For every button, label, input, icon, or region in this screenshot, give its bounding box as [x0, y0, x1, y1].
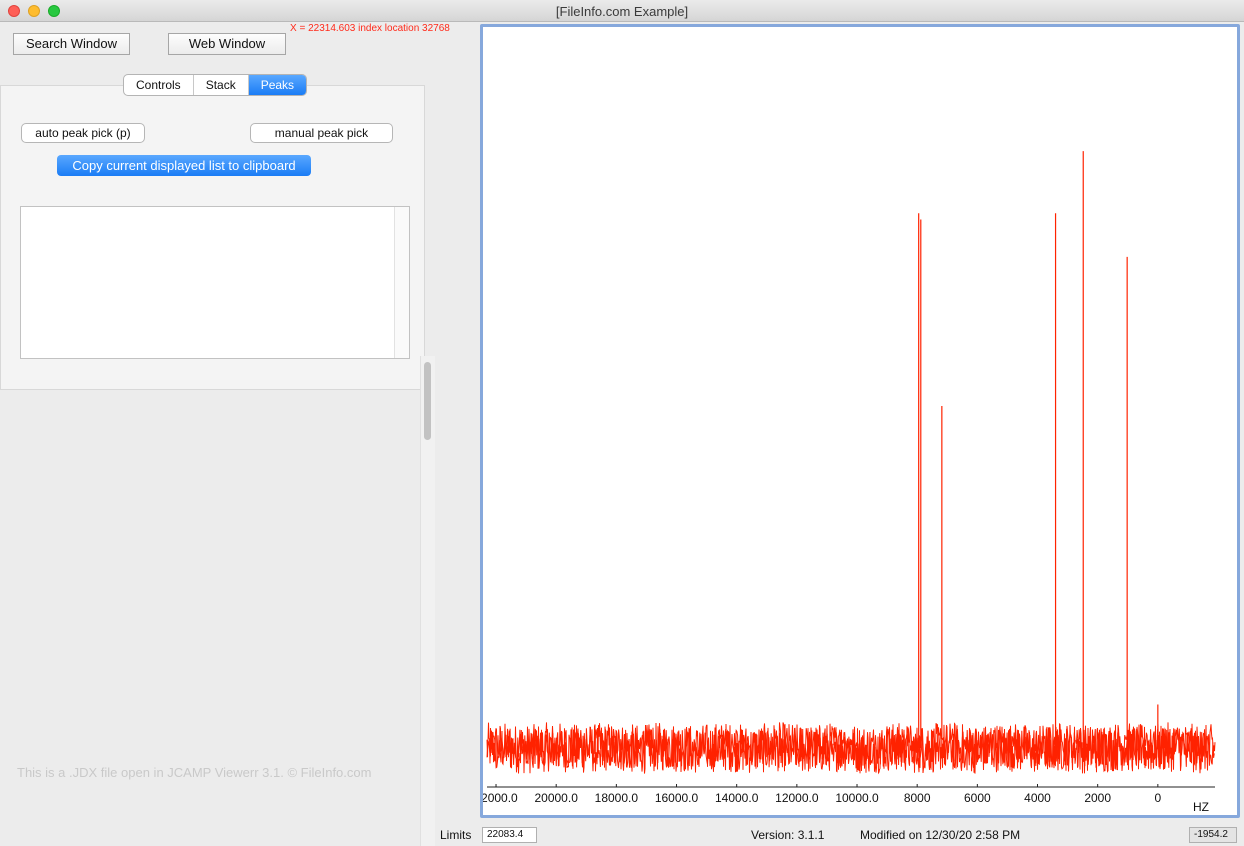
web-window-button[interactable]: Web Window	[168, 33, 286, 55]
tab-stack[interactable]: Stack	[194, 75, 249, 95]
peak-list[interactable]	[20, 206, 410, 359]
right-limit-field[interactable]: -1954.2	[1189, 827, 1237, 843]
spectrum-plot[interactable]: 22000.0 20000.0 18000.0 16000.0 14000.0 12000…	[480, 24, 1240, 818]
limits-field[interactable]: 22083.4	[482, 827, 537, 843]
peak-list-scrollbar[interactable]	[394, 207, 409, 358]
watermark-text: This is a .JDX file open in JCAMP Viewer…	[17, 765, 372, 780]
x-axis-tick-label: 0	[1154, 791, 1161, 805]
x-axis-tick-label: 20000.0	[534, 791, 578, 805]
coordinate-readout: X = 22314.603 index location 32768	[290, 23, 450, 34]
tab-peaks[interactable]: Peaks	[248, 75, 307, 95]
copy-list-to-clipboard-button[interactable]: Copy current displayed list to clipboard	[57, 155, 311, 176]
modified-text: Modified on 12/30/20 2:58 PM	[860, 828, 1021, 842]
manual-peak-pick-button[interactable]: manual peak pick	[250, 123, 393, 143]
tab-bar: Controls Stack Peaks	[123, 74, 308, 96]
x-axis-tick-label: 4000	[1024, 791, 1051, 805]
spectrum-chart: 22000.0 20000.0 18000.0 16000.0 14000.0 12000…	[483, 151, 1216, 814]
x-axis-tick-label: 10000.0	[835, 791, 879, 805]
limits-label: Limits	[440, 828, 472, 842]
x-axis-tick-label: 12000.0	[775, 791, 819, 805]
version-text: Version: 3.1.1	[751, 828, 825, 842]
x-axis-tick-label: 18000.0	[595, 791, 639, 805]
x-axis-tick-label: 2000	[1084, 791, 1111, 805]
x-axis-tick-label: 14000.0	[715, 791, 759, 805]
x-axis-tick-label: 16000.0	[655, 791, 699, 805]
tab-controls[interactable]: Controls	[124, 75, 194, 95]
x-axis-label: HZ	[1193, 800, 1209, 814]
window-title: [FileInfo.com Example]	[555, 4, 689, 19]
scrollbar-thumb[interactable]	[424, 362, 431, 440]
search-window-button[interactable]: Search Window	[13, 33, 130, 55]
auto-peak-pick-button[interactable]: auto peak pick (p)	[21, 123, 145, 143]
x-axis-tick-label: 22000.0	[483, 791, 518, 805]
x-axis-tick-label: 6000	[964, 791, 991, 805]
title-bar: [FileInfo.com Example]	[0, 0, 1244, 22]
left-pane-scrollbar[interactable]	[420, 356, 435, 846]
x-axis-tick-label: 8000	[904, 791, 931, 805]
